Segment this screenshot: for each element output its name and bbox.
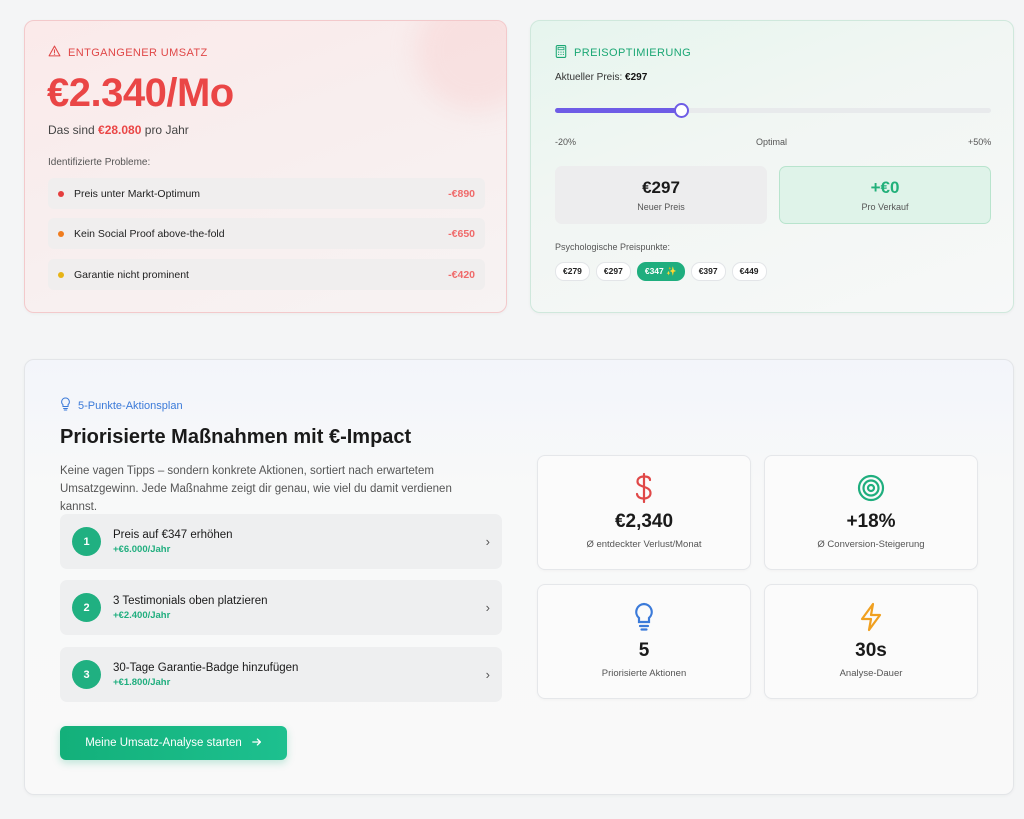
stat-card: 5 Priorisierte Aktionen (537, 584, 751, 699)
calculator-icon (555, 45, 567, 61)
action-plan-tag: 5-Punkte-Aktionsplan (60, 397, 183, 414)
stat-label: Ø entdeckter Verlust/Monat (586, 539, 702, 550)
arrow-right-icon (251, 737, 262, 750)
chevron-right-icon: › (485, 600, 490, 615)
price-optimization-heading: PREISOPTIMIERUNG (555, 45, 691, 61)
slider-min-label: -20% (555, 137, 577, 147)
action-number: 3 (72, 660, 101, 689)
problems-label: Identifizierte Probleme: (48, 157, 151, 168)
action-number: 1 (72, 527, 101, 556)
price-point-chip[interactable]: €397 (690, 262, 726, 281)
yearly-amount: €28.080 (98, 123, 142, 137)
action-plan-tag-text: 5-Punkte-Aktionsplan (78, 399, 183, 412)
price-point-chip[interactable]: €279 (555, 262, 590, 281)
stat-label: Analyse-Dauer (839, 668, 903, 679)
stat-value: +18% (846, 511, 896, 532)
current-price-label: Aktueller Preis: (555, 72, 623, 83)
stat-value: 30s (855, 640, 887, 661)
target-icon (857, 473, 885, 503)
warning-icon (48, 45, 61, 60)
problem-item: Garantie nicht prominent -€420 (48, 259, 485, 290)
price-slider-thumb[interactable] (674, 103, 690, 118)
per-sale-box: +€0 Pro Verkauf (779, 166, 991, 224)
price-slider-fill (555, 108, 682, 113)
slider-mid-label: Optimal (756, 137, 788, 147)
per-sale-value: +€0 (870, 178, 900, 197)
new-price-box: €297 Neuer Preis (555, 166, 767, 224)
problem-amount: -€890 (448, 187, 475, 200)
start-analysis-button[interactable]: Meine Umsatz-Analyse starten (60, 726, 287, 760)
action-title: 3 Testimonials oben platzieren (113, 594, 268, 607)
stat-label: Ø Conversion-Steigerung (817, 539, 925, 550)
action-impact: +€2.400/Jahr (113, 609, 171, 621)
action-impact: +€1.800/Jahr (113, 676, 171, 688)
price-point-chip[interactable]: €347 ✨ (636, 262, 685, 281)
psy-points-list: €279 €297 €347 ✨ €397 €449 (555, 262, 767, 281)
stat-card: +18% Ø Conversion-Steigerung (764, 455, 978, 570)
lost-revenue-yearly: Das sind €28.080 pro Jahr (48, 123, 189, 137)
chevron-right-icon: › (485, 534, 490, 549)
severity-dot (58, 271, 64, 278)
problem-label: Preis unter Markt-Optimum (74, 187, 201, 200)
price-point-chip[interactable]: €297 (595, 262, 631, 281)
current-price: Aktueller Preis: €297 (555, 72, 647, 83)
start-analysis-label: Meine Umsatz-Analyse starten (85, 737, 242, 749)
lightning-icon (858, 602, 884, 632)
lost-revenue-heading-text: ENTGANGENER UMSATZ (68, 46, 208, 59)
problem-label: Kein Social Proof above-the-fold (74, 227, 225, 240)
action-number: 2 (72, 593, 101, 622)
lightbulb-icon (60, 397, 71, 414)
severity-dot (58, 230, 64, 237)
stat-card: €2,340 Ø entdeckter Verlust/Monat (537, 455, 751, 570)
price-optimization-card: PREISOPTIMIERUNG Aktueller Preis: €297 -… (530, 20, 1014, 313)
problem-item: Preis unter Markt-Optimum -€890 (48, 178, 485, 209)
problem-label: Garantie nicht prominent (74, 268, 189, 281)
dollar-icon (634, 473, 654, 503)
new-price-label: Neuer Preis (637, 202, 685, 212)
current-price-value: €297 (625, 72, 648, 83)
psy-points-label: Psychologische Preispunkte: (555, 242, 671, 252)
lightbulb-icon (634, 602, 654, 632)
action-impact: +€6.000/Jahr (113, 543, 171, 555)
action-title: Preis auf €347 erhöhen (113, 528, 233, 541)
stat-label: Priorisierte Aktionen (601, 668, 687, 679)
slider-max-label: +50% (968, 137, 992, 147)
price-point-chip[interactable]: €449 (731, 262, 767, 281)
chevron-right-icon: › (485, 667, 490, 682)
action-item[interactable]: 1 Preis auf €347 erhöhen +€6.000/Jahr › (60, 514, 502, 569)
stat-value: €2,340 (614, 511, 674, 532)
action-plan-card: 5-Punkte-Aktionsplan Priorisierte Maßnah… (24, 359, 1014, 795)
action-text: 30-Tage Garantie-Badge hinzufügen +€1.80… (113, 662, 486, 688)
new-price-value: €297 (642, 178, 680, 197)
lost-revenue-card: ENTGANGENER UMSATZ €2.340/Mo Das sind €2… (24, 20, 507, 313)
price-slider[interactable] (555, 103, 991, 118)
yearly-suffix: pro Jahr (144, 123, 189, 137)
action-text: Preis auf €347 erhöhen +€6.000/Jahr (113, 529, 486, 555)
action-text: 3 Testimonials oben platzieren +€2.400/J… (113, 595, 486, 621)
action-item[interactable]: 2 3 Testimonials oben platzieren +€2.400… (60, 580, 502, 635)
severity-dot (58, 190, 64, 197)
problem-amount: -€650 (448, 227, 475, 240)
per-sale-label: Pro Verkauf (861, 202, 909, 212)
stat-value: 5 (638, 640, 650, 661)
lost-revenue-heading: ENTGANGENER UMSATZ (48, 45, 208, 60)
problem-amount: -€420 (448, 268, 475, 281)
action-item[interactable]: 3 30-Tage Garantie-Badge hinzufügen +€1.… (60, 647, 502, 702)
stat-card: 30s Analyse-Dauer (764, 584, 978, 699)
action-title: 30-Tage Garantie-Badge hinzufügen (113, 661, 299, 674)
yearly-prefix: Das sind (48, 123, 95, 137)
lost-revenue-amount: €2.340/Mo (47, 71, 234, 115)
price-optimization-heading-text: PREISOPTIMIERUNG (574, 47, 692, 59)
problem-item: Kein Social Proof above-the-fold -€650 (48, 218, 485, 249)
action-plan-title: Priorisierte Maßnahmen mit €-Impact (60, 426, 412, 448)
action-plan-description: Keine vagen Tipps – sondern konkrete Akt… (60, 465, 452, 513)
